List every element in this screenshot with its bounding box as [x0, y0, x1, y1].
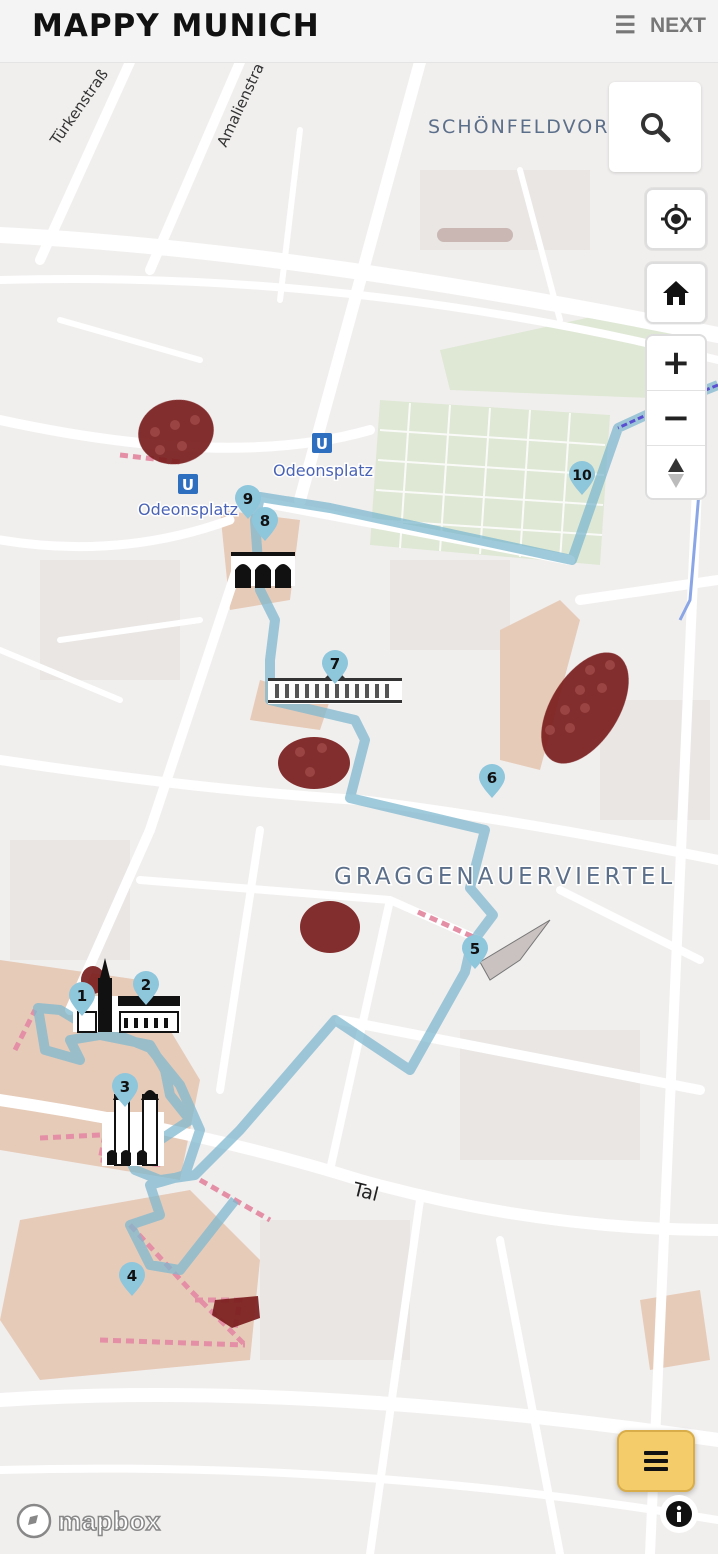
ubahn-symbol: U [182, 476, 194, 494]
zoom-in-icon: + [661, 343, 691, 383]
next-button[interactable]: ☰ NEXT [614, 14, 706, 38]
home-button[interactable] [645, 262, 707, 324]
mapbox-attribution[interactable]: mapbox [16, 1503, 161, 1539]
compass-button[interactable] [647, 446, 705, 498]
attribution-info-button[interactable] [660, 1495, 698, 1533]
search-icon [641, 113, 671, 143]
menu-button[interactable] [617, 1430, 695, 1492]
info-icon [666, 1501, 692, 1527]
map-canvas[interactable]: SCHÖNFELDVOR GRAGGENAUERVIERTEL Türkenst… [0, 62, 718, 1554]
route-marker-label: 10 [572, 468, 592, 484]
mapbox-wordmark: mapbox [57, 1505, 161, 1537]
search-button[interactable] [609, 82, 701, 172]
locate-icon [661, 204, 691, 234]
route-marker-label: 3 [120, 1078, 130, 1096]
route-marker-label: 7 [330, 655, 340, 673]
next-label: NEXT [649, 14, 706, 37]
mapbox-logo-icon [16, 1503, 52, 1539]
district-label-graggenauerviertel: GRAGGENAUERVIERTEL [334, 864, 676, 890]
route-marker-label: 5 [470, 940, 480, 958]
home-icon [663, 281, 689, 305]
route-marker-label: 6 [487, 769, 497, 787]
ubahn-symbol: U [316, 435, 328, 453]
zoom-out-icon: − [661, 398, 691, 438]
route-marker-label: 1 [77, 987, 87, 1005]
route-marker-label: 4 [127, 1267, 137, 1285]
route-marker-label: 8 [260, 512, 270, 530]
zoom-in-button[interactable]: + [647, 336, 705, 391]
app-title: MAPPY MUNICH [32, 8, 320, 44]
app-header: MAPPY MUNICH ☰ NEXT [0, 0, 718, 63]
menu-icon [644, 1451, 668, 1471]
station-label: Odeonsplatz [273, 461, 373, 480]
zoom-controls: + − [645, 334, 707, 500]
district-label-schoenfeldvorstadt: SCHÖNFELDVOR [428, 115, 609, 138]
compass-icon [668, 458, 684, 488]
hamburger-icon: ☰ [614, 12, 636, 39]
route-marker-label: 2 [141, 976, 151, 994]
route-marker-label: 9 [243, 490, 253, 508]
geolocate-button[interactable] [645, 188, 707, 250]
station-label: Odeonsplatz [138, 500, 238, 519]
zoom-out-button[interactable]: − [647, 391, 705, 446]
landmark-feldherrnhalle-icon[interactable] [231, 552, 295, 588]
